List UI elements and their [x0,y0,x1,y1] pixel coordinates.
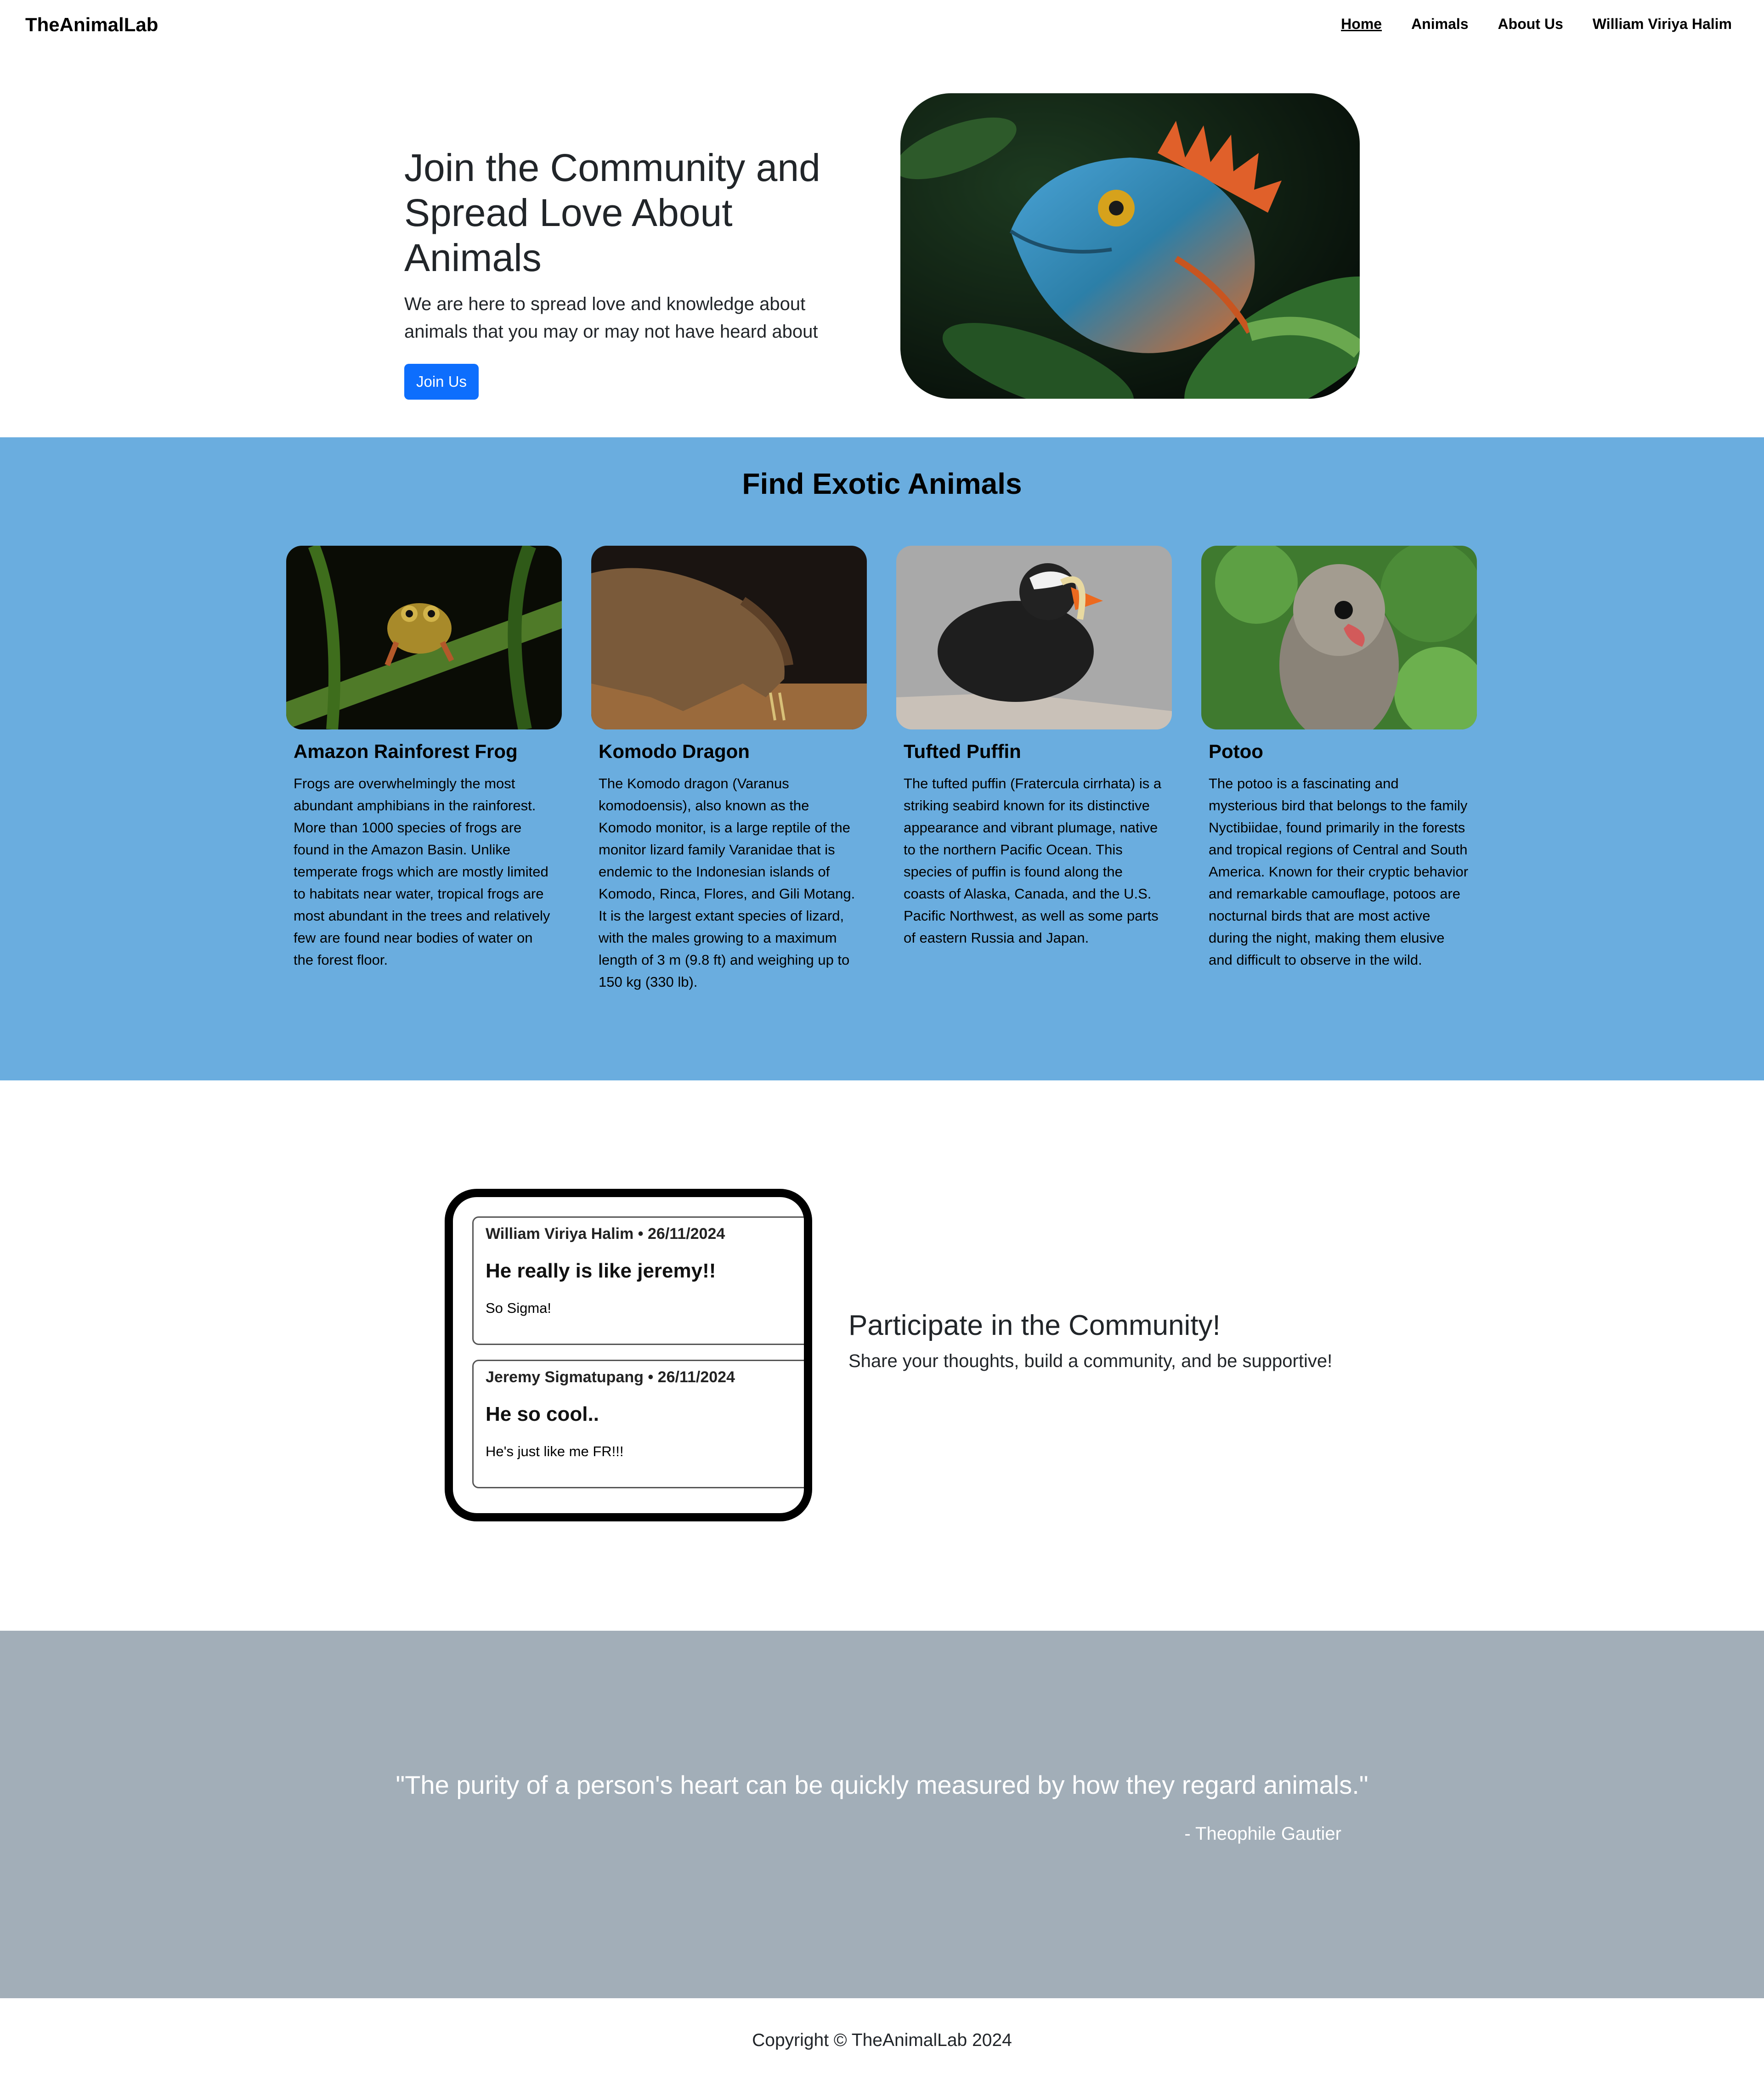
post-card[interactable]: Jeremy Sigmatupang • 26/11/2024 He so co… [472,1360,804,1488]
card-title: Tufted Puffin [904,740,1021,762]
card-title: Potoo [1209,740,1263,762]
quote-author: - Theophile Gautier [1184,1824,1341,1844]
puffin-image [896,546,1172,729]
navbar: TheAnimalLab Home Animals About Us Willi… [0,0,1764,51]
nav-link-animals[interactable]: Animals [1411,16,1468,33]
nav-links: Home Animals About Us William Viriya Hal… [1341,16,1732,33]
post-meta: William Viriya Halim • 26/11/2024 [486,1225,725,1243]
exotic-animals-section: Find Exotic Animals Amazon Rainforest Fr… [0,437,1764,1080]
card-title: Komodo Dragon [599,740,750,762]
footer-copyright: Copyright © TheAnimalLab 2024 [752,2030,1012,2050]
animal-card-komodo[interactable]: Komodo Dragon The Komodo dragon (Varanus… [591,546,867,993]
nav-link-user[interactable]: William Viriya Halim [1593,16,1732,33]
animal-card-potoo[interactable]: Potoo The potoo is a fascinating and mys… [1201,546,1477,971]
animal-card-frog[interactable]: Amazon Rainforest Frog Frogs are overwhe… [286,546,562,971]
hero-subtitle: We are here to spread love and knowledge… [404,294,818,342]
nav-link-home[interactable]: Home [1341,16,1382,33]
brand-logo[interactable]: TheAnimalLab [25,14,158,36]
card-description: Frogs are overwhelmingly the most abunda… [294,775,550,968]
community-feed-preview: William Viriya Halim • 26/11/2024 He rea… [445,1189,812,1521]
participate-subtitle: Share your thoughts, build a community, … [848,1351,1333,1371]
komodo-image [591,546,867,729]
potoo-image [1201,546,1477,729]
post-title: He really is like jeremy!! [486,1260,716,1282]
post-body: He's just like me FR!!! [486,1443,624,1459]
card-description: The tufted puffin (Fratercula cirrhata) … [904,775,1162,946]
nav-link-about-us[interactable]: About Us [1498,16,1563,33]
card-title: Amazon Rainforest Frog [294,740,518,762]
post-card[interactable]: William Viriya Halim • 26/11/2024 He rea… [472,1216,804,1345]
hero-title: Join the Community and Spread Love About… [404,146,820,279]
hero-text: Join the Community and Spread Love About… [404,145,873,400]
participate-block: Participate in the Community! Share your… [848,1309,1332,1372]
join-us-button[interactable]: Join Us [404,364,479,400]
exotic-section-title: Find Exotic Animals [742,467,1022,500]
post-title: He so cool.. [486,1403,599,1425]
frog-image [286,546,562,729]
hero-image-iguana [900,93,1360,399]
post-meta: Jeremy Sigmatupang • 26/11/2024 [486,1368,735,1386]
post-body: So Sigma! [486,1300,552,1316]
participate-title: Participate in the Community! [848,1310,1221,1341]
animal-card-puffin[interactable]: Tufted Puffin The tufted puffin (Fraterc… [896,546,1172,949]
card-description: The potoo is a fascinating and mysteriou… [1209,775,1469,968]
card-description: The Komodo dragon (Varanus komodoensis),… [599,775,855,990]
quote-section: "The purity of a person's heart can be q… [0,1631,1764,1998]
quote-text: "The purity of a person's heart can be q… [396,1770,1368,1799]
